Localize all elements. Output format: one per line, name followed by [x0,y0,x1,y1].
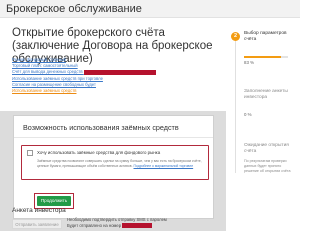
main-content: Открытие брокерского счёта (заключение Д… [0,18,226,242]
step-anketa-title: Заполнение анкеты инвестора [244,89,288,100]
borrowed-funds-dialog: Возможность использования заёмных средст… [13,115,214,219]
checkbox-label[interactable]: Хочу использовать заёмные средства для ф… [37,150,160,155]
send-application-button[interactable]: Отправить заявление [12,219,62,229]
top-bar: Брокерское обслуживание [0,0,300,18]
parameters-list: Рынки: фондовый, срочный Торговый план: … [12,57,222,94]
sms-note: Необходимо подтвердить отправку SMS с па… [67,217,167,228]
current-step-badge: 2 [231,32,240,41]
link-borrowed-funds[interactable]: Использование заёмных средств [12,88,222,94]
continue-button[interactable]: Продолжить [37,196,71,206]
steps-line [235,38,236,173]
step-opening-description: По результатам проверки данных будет при… [244,159,291,173]
header-title: Брокерское обслуживание [6,3,142,15]
step-params-percent: 83 % [244,60,255,65]
step-params-progress-fill [244,56,281,58]
margin-info-link[interactable]: Подробнее о маржинальной торговле [134,164,194,168]
margin-checkbox[interactable] [27,150,33,156]
progress-sidebar: 2 Выбор параметров счёта 83 % Заполнение… [228,18,300,242]
step-anketa-percent: 0 % [244,112,252,117]
checkbox-group: Хочу использовать заёмные средства для ф… [21,145,209,180]
redacted-highlight [83,70,156,75]
anketa-heading: Анкета инвестора [12,207,66,214]
redacted-phone [122,223,153,228]
step-params-progress [244,56,288,58]
checkbox-note: Заёмные средства позволяют совершать сде… [37,159,202,168]
step-opening-title: Ожидание открытия счёта [244,143,289,154]
dialog-divider [14,137,213,138]
step-params-title: Выбор параметров счёта [244,31,287,42]
dialog-title: Возможность использования заёмных средст… [23,123,179,132]
